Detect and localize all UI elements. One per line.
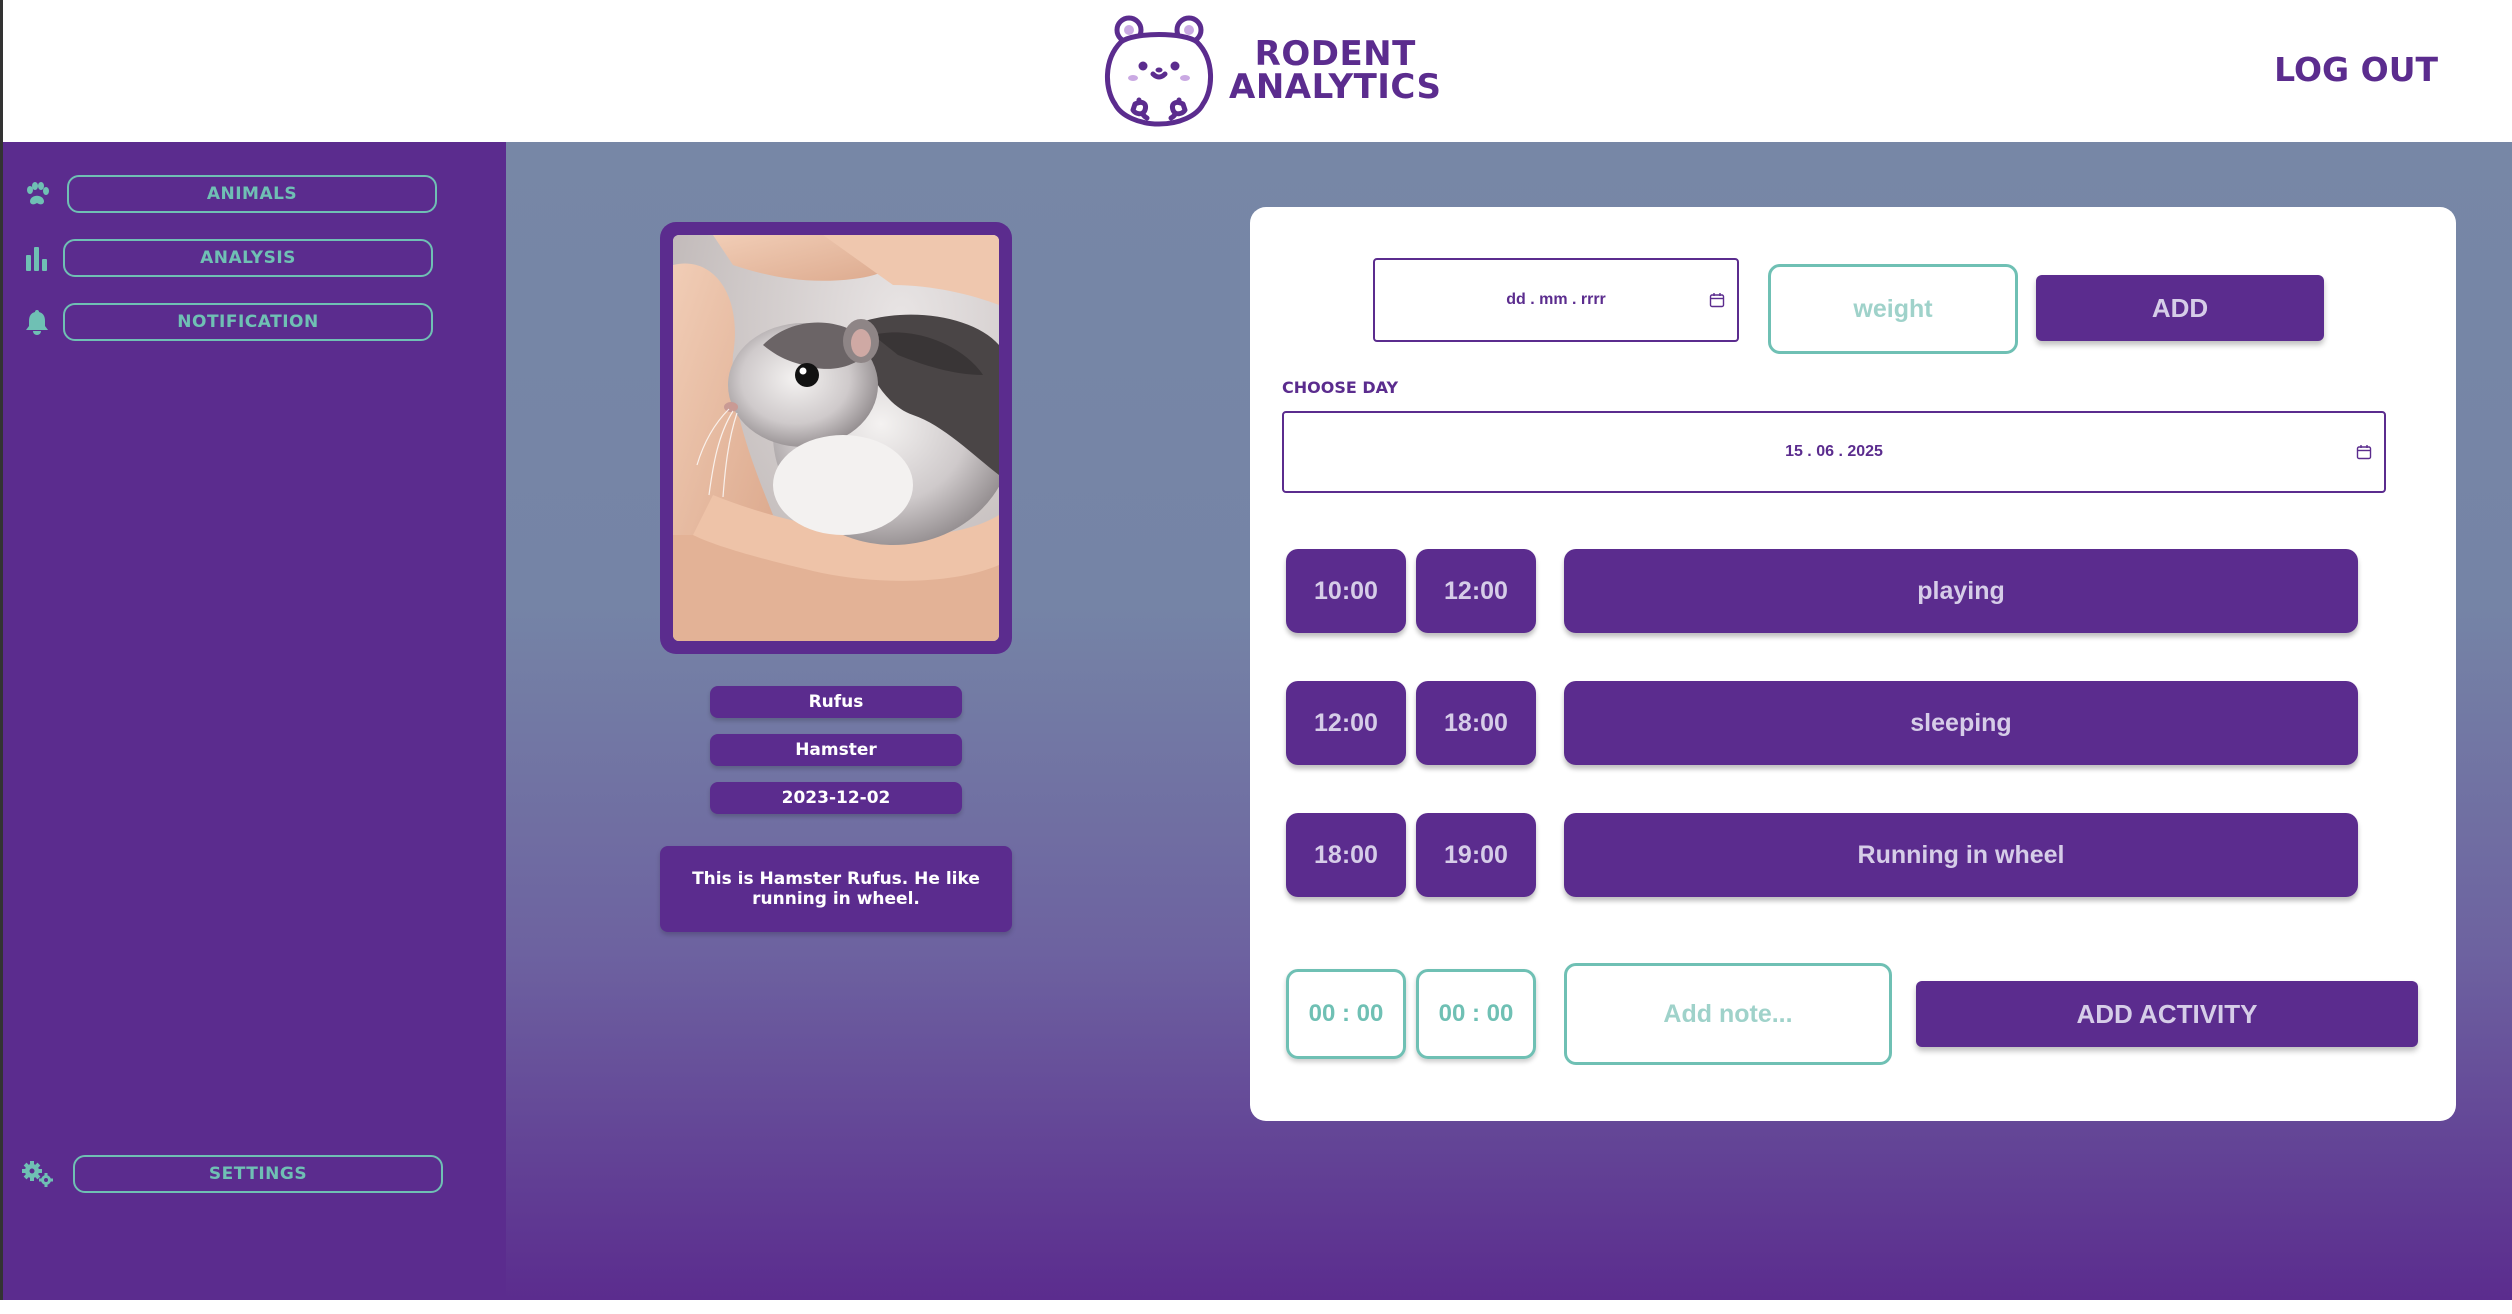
bottom-strip [0,1300,2512,1314]
sidebar-item-animals[interactable]: ANIMALS [21,175,437,213]
sidebar-item-notification[interactable]: NOTIFICATION [21,303,433,341]
brand-line-2: ANALYTICS [1229,67,1442,107]
animal-description: This is Hamster Rufus. He like running i… [660,846,1012,932]
logout-button[interactable]: LOG OUT [2274,50,2438,89]
gears-icon [21,1158,53,1190]
activity-name[interactable]: Running in wheel [1564,813,2358,897]
animal-species: Hamster [710,734,962,766]
bell-icon [21,306,53,338]
sidebar-item-label[interactable]: ANALYSIS [63,239,433,277]
add-activity-button[interactable]: ADD ACTIVITY [1916,981,2418,1047]
activity-start-time: 10:00 [1286,549,1406,633]
activity-end-time: 18:00 [1416,681,1536,765]
brand: RODENT ANALYTICS [1099,12,1441,130]
animal-name: Rufus [710,686,962,718]
animal-photo [673,235,999,641]
calendar-icon [1709,293,1725,308]
sidebar-item-label[interactable]: ANIMALS [67,175,437,213]
add-weight-button[interactable]: ADD [2036,275,2324,341]
new-activity-end-input[interactable]: 00 : 00 [1416,969,1536,1059]
calendar-icon [2356,445,2372,460]
date-placeholder: dd . mm . rrrr [1506,291,1606,308]
activity-panel: dd . mm . rrrr weight ADD CHOOSE DAY 15 … [1250,207,2456,1121]
paw-icon [21,178,53,210]
activity-end-time: 19:00 [1416,813,1536,897]
animal-birthdate: 2023-12-02 [710,782,962,814]
top-header: RODENT ANALYTICS LOG OUT [0,0,2512,142]
animal-photo-frame [660,222,1012,654]
sidebar-item-analysis[interactable]: ANALYSIS [21,239,433,277]
sidebar-item-settings[interactable]: SETTINGS [21,1155,443,1193]
choose-day-input[interactable]: 15 . 06 . 2025 [1282,411,2386,493]
activity-start-time: 12:00 [1286,681,1406,765]
new-activity-start-input[interactable]: 00 : 00 [1286,969,1406,1059]
weight-input[interactable]: weight [1768,264,2018,354]
activity-note-input[interactable]: Add note... [1564,963,1892,1065]
activity-end-time: 12:00 [1416,549,1536,633]
choose-day-label: CHOOSE DAY [1282,378,1399,397]
activity-start-time: 18:00 [1286,813,1406,897]
hamster-photo-image [673,235,999,641]
weight-date-input[interactable]: dd . mm . rrrr [1373,258,1739,342]
hamster-logo-icon [1104,15,1214,127]
activity-name[interactable]: playing [1564,549,2358,633]
bar-chart-icon [21,242,53,274]
sidebar: ANIMALS ANALYSIS NOTIFICATION SETTINGS [0,142,506,1300]
brand-name: RODENT ANALYTICS [1229,37,1442,107]
sidebar-item-label[interactable]: SETTINGS [73,1155,443,1193]
activity-name[interactable]: sleeping [1564,681,2358,765]
sidebar-item-label[interactable]: NOTIFICATION [63,303,433,341]
choose-day-value: 15 . 06 . 2025 [1785,443,1883,460]
main-content: Rufus Hamster 2023-12-02 This is Hamster… [506,142,2512,1300]
